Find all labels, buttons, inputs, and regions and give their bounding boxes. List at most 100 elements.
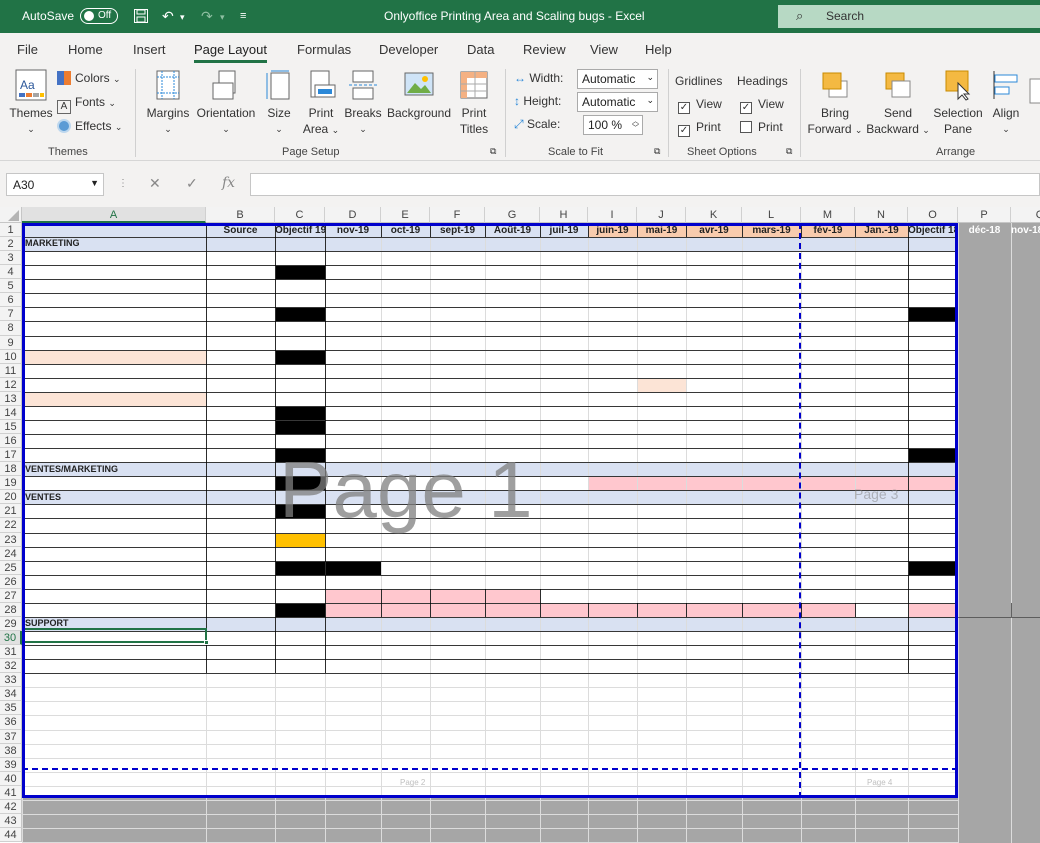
margins-button[interactable]: Margins ⌄ — [144, 69, 192, 137]
scale-spinner[interactable]: 100 % ︿ ﹀ — [583, 115, 643, 135]
column-header[interactable]: D — [325, 207, 381, 223]
row-header[interactable]: 33 — [0, 673, 22, 687]
column-header[interactable]: J — [637, 207, 686, 223]
colors-button[interactable]: Colors ⌄ — [57, 71, 121, 85]
column-header[interactable]: H — [540, 207, 588, 223]
column-header[interactable]: A — [22, 207, 206, 223]
breaks-button[interactable]: Breaks ⌄ — [344, 69, 382, 137]
horizontal-page-break[interactable] — [22, 768, 958, 770]
row-header[interactable]: 41 — [0, 786, 22, 800]
row-header[interactable]: 26 — [0, 575, 22, 589]
row-header[interactable]: 1 — [0, 223, 22, 237]
fonts-button[interactable]: A Fonts ⌄ — [57, 95, 116, 114]
row-header[interactable]: 31 — [0, 645, 22, 659]
row-header[interactable]: 36 — [0, 715, 22, 730]
column-header[interactable]: K — [686, 207, 742, 223]
row-header[interactable]: 28 — [0, 603, 22, 617]
insert-function-icon[interactable]: fx — [222, 175, 235, 191]
bring-forward-button[interactable]: Bring Forward ⌄ — [806, 69, 864, 138]
column-header[interactable]: Q — [1011, 207, 1040, 223]
row-header[interactable]: 22 — [0, 518, 22, 533]
row-header[interactable]: 4 — [0, 265, 22, 279]
tab-insert[interactable]: Insert — [133, 42, 166, 57]
row-header[interactable]: 8 — [0, 321, 22, 336]
row-header[interactable]: 2 — [0, 237, 22, 251]
tab-formulas[interactable]: Formulas — [297, 42, 351, 57]
cancel-icon[interactable]: ✕ — [149, 175, 161, 192]
column-header[interactable]: O — [908, 207, 958, 223]
vertical-page-break[interactable] — [799, 223, 801, 798]
tab-view[interactable]: View — [590, 42, 618, 57]
row-header[interactable]: 18 — [0, 462, 22, 476]
row-header[interactable]: 17 — [0, 448, 22, 462]
row-header[interactable]: 20 — [0, 490, 22, 504]
spinner-arrows-icon[interactable]: ︿ ﹀ — [632, 118, 639, 132]
tab-page-layout[interactable]: Page Layout — [194, 42, 268, 63]
scale-dialog-launcher-icon[interactable]: ⧉ — [654, 146, 660, 157]
tab-home[interactable]: Home — [68, 42, 103, 57]
headings-view-checkbox[interactable]: ✓ View — [740, 97, 784, 114]
select-all-corner[interactable] — [0, 207, 22, 223]
column-header[interactable]: P — [958, 207, 1011, 223]
formula-input[interactable] — [250, 173, 1040, 196]
align-button[interactable]: Align ⌄ — [988, 69, 1024, 137]
row-header[interactable]: 15 — [0, 420, 22, 434]
column-header[interactable]: L — [742, 207, 801, 223]
width-dropdown[interactable]: Automatic ⌄ — [577, 69, 658, 89]
tab-developer[interactable]: Developer — [379, 42, 438, 57]
column-header[interactable]: G — [485, 207, 540, 223]
tab-file[interactable]: File — [17, 42, 38, 57]
enter-icon[interactable]: ✓ — [186, 175, 198, 192]
customize-qat-icon[interactable]: ≡ — [240, 10, 246, 22]
row-header[interactable]: 10 — [0, 350, 22, 364]
themes-button[interactable]: Aa Themes ⌄ — [8, 69, 54, 137]
row-header[interactable]: 3 — [0, 251, 22, 265]
name-box[interactable]: A30 ▼ — [6, 173, 104, 196]
row-header[interactable]: 29 — [0, 617, 22, 631]
row-header[interactable]: 44 — [0, 828, 22, 842]
tab-help[interactable]: Help — [645, 42, 672, 57]
headings-print-checkbox[interactable]: Print — [740, 120, 783, 134]
row-header[interactable]: 14 — [0, 406, 22, 420]
row-header[interactable]: 35 — [0, 701, 22, 715]
row-header[interactable]: 38 — [0, 744, 22, 758]
tab-data[interactable]: Data — [467, 42, 494, 57]
undo-icon[interactable]: ↶ — [162, 8, 174, 25]
height-dropdown[interactable]: Automatic ⌄ — [577, 92, 658, 112]
row-header[interactable]: 5 — [0, 279, 22, 293]
column-header[interactable]: B — [206, 207, 275, 223]
save-icon[interactable] — [133, 8, 149, 27]
page-setup-dialog-launcher-icon[interactable]: ⧉ — [490, 146, 496, 157]
group-icon[interactable] — [1028, 73, 1040, 133]
sheet-options-dialog-launcher-icon[interactable]: ⧉ — [786, 146, 792, 157]
column-header[interactable]: N — [855, 207, 908, 223]
search-box[interactable]: ⌕ Search — [778, 5, 1040, 28]
header-cell[interactable]: déc-18 — [958, 224, 1011, 237]
print-area-button[interactable]: Print Area ⌄ — [300, 69, 342, 138]
orientation-button[interactable]: Orientation ⌄ — [195, 69, 257, 137]
undo-dropdown-icon[interactable]: ▾ — [180, 12, 185, 23]
row-header[interactable]: 42 — [0, 800, 22, 814]
column-header[interactable]: I — [588, 207, 637, 223]
row-header[interactable]: 25 — [0, 561, 22, 575]
row-header[interactable]: 6 — [0, 293, 22, 307]
row-header[interactable]: 19 — [0, 476, 22, 490]
row-header[interactable]: 39 — [0, 758, 22, 772]
redo-icon[interactable]: ↷ — [201, 8, 213, 25]
selection-pane-button[interactable]: Selection Pane — [932, 69, 984, 137]
row-header[interactable]: 34 — [0, 687, 22, 701]
column-header[interactable]: M — [801, 207, 855, 223]
row-header[interactable]: 16 — [0, 434, 22, 448]
autosave-toggle[interactable]: Off — [80, 8, 118, 24]
column-header[interactable]: E — [381, 207, 430, 223]
print-titles-button[interactable]: Print Titles — [455, 69, 493, 137]
row-header[interactable]: 21 — [0, 504, 22, 518]
spreadsheet-grid[interactable]: Source Objectif 19 nov-19 oct-19 sept-19 Août… — [0, 207, 1040, 843]
row-header[interactable]: 12 — [0, 378, 22, 392]
header-cell[interactable]: nov-18 — [1011, 224, 1040, 237]
row-header[interactable]: 37 — [0, 730, 22, 744]
tab-review[interactable]: Review — [523, 42, 566, 57]
size-button[interactable]: Size ⌄ — [262, 69, 296, 137]
send-backward-button[interactable]: Send Backward ⌄ — [866, 69, 930, 138]
row-header[interactable]: 32 — [0, 659, 22, 673]
